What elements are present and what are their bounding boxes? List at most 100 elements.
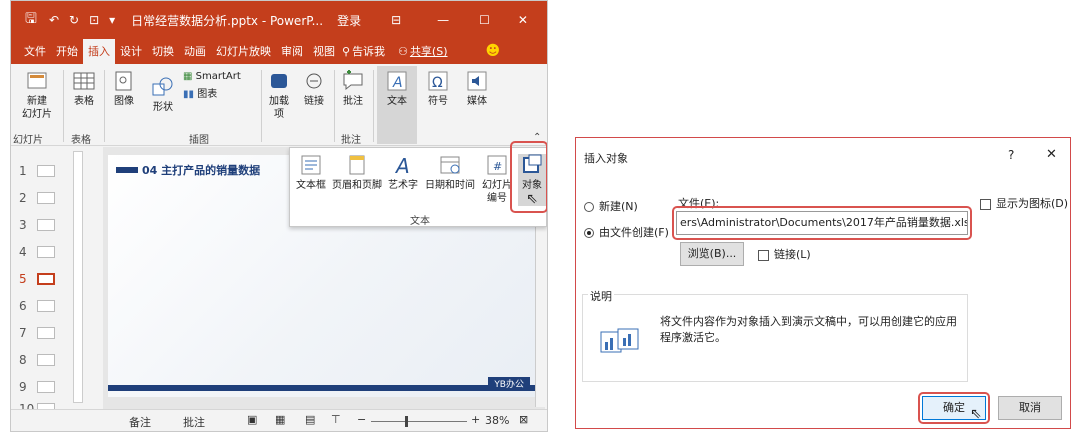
zoom-slider-thumb[interactable]: [405, 416, 408, 427]
redo-icon[interactable]: ↻: [69, 13, 79, 27]
show-as-icon-checkbox[interactable]: 显示为图标(D): [980, 195, 1068, 211]
comment-button[interactable]: 批注: [338, 70, 368, 108]
svg-text:#: #: [493, 160, 502, 173]
title-bar: 🖫 ↶ ↻ ⊡ ▾ 日常经营数据分析.pptx - PowerP... 登录 ⊟…: [11, 1, 547, 39]
object-highlight-frame: [510, 141, 547, 213]
zoom-level[interactable]: 38%: [485, 414, 509, 427]
customize-qat-icon[interactable]: ▾: [109, 13, 115, 27]
powerpoint-window: 🖫 ↶ ↻ ⊡ ▾ 日常经营数据分析.pptx - PowerP... 登录 ⊟…: [10, 0, 548, 432]
slide-heading: 04 主打产品的销量数据: [142, 164, 261, 177]
window-title: 日常经营数据分析.pptx - PowerP...: [131, 13, 324, 28]
comment-icon: [343, 70, 363, 91]
close-icon[interactable]: ✕: [1046, 147, 1057, 162]
thumbnail-item[interactable]: 2: [19, 191, 55, 205]
smiley-icon[interactable]: ☻: [481, 39, 506, 64]
normal-view-icon[interactable]: ▣: [247, 413, 257, 426]
create-from-file-radio[interactable]: 由文件创建(F): [584, 224, 669, 240]
date-time-button[interactable]: 日期和时间: [422, 154, 478, 192]
text-button[interactable]: A 文本: [377, 70, 417, 108]
cancel-button[interactable]: 取消: [998, 396, 1062, 420]
notes-toggle[interactable]: 备注: [129, 414, 151, 430]
tab-insert[interactable]: 插入: [83, 39, 115, 64]
help-button[interactable]: ?: [1008, 148, 1014, 162]
chart-button[interactable]: ▮▮ 图表: [183, 88, 243, 101]
share-button[interactable]: 共享(S): [410, 39, 453, 64]
svg-text:Ω: Ω: [432, 75, 443, 91]
thumbnail-item[interactable]: 6: [19, 299, 55, 313]
smartart-icon: ▦: [183, 71, 193, 82]
link-icon: [306, 73, 322, 89]
start-from-beginning-icon[interactable]: ⊡: [89, 13, 99, 27]
create-from-file-label: 由文件创建(F): [599, 226, 669, 239]
thumbnail-item[interactable]: 9: [19, 380, 55, 394]
links-button[interactable]: 链接: [299, 70, 329, 108]
slide-scrollbar[interactable]: [535, 207, 545, 407]
file-path-highlight-frame: [672, 206, 972, 240]
create-new-radio[interactable]: 新建(N): [584, 198, 638, 214]
fit-slide-icon[interactable]: ⊠: [519, 413, 528, 426]
thumbnail-item[interactable]: 3: [19, 218, 55, 232]
embedded-object-icon: [600, 328, 639, 353]
slide-footer-brand: YB办公: [488, 377, 530, 390]
wordart-button[interactable]: A 艺术字: [386, 154, 420, 192]
save-icon[interactable]: 🖫: [25, 8, 37, 32]
textbox-button[interactable]: 文本框: [294, 154, 328, 192]
zoom-out-icon[interactable]: −: [357, 413, 366, 426]
tab-review[interactable]: 审阅: [276, 39, 308, 64]
link-label: 链接(L): [774, 248, 811, 261]
ribbon-tabs: 文件 开始 插入 设计 切换 动画 幻灯片放映 审阅 视图 ⚲ 告诉我 ⚇ 共享…: [11, 39, 547, 64]
new-slide-icon: [27, 72, 47, 89]
symbols-button[interactable]: Ω 符号: [421, 70, 455, 108]
maximize-icon[interactable]: ☐: [479, 13, 490, 27]
table-button[interactable]: 表格: [67, 70, 101, 108]
new-slide-button[interactable]: 新建 幻灯片: [17, 70, 57, 121]
zoom-in-icon[interactable]: +: [471, 413, 480, 426]
group-label-text: 文本: [410, 216, 430, 227]
description-text: 将文件内容作为对象插入到演示文稿中，可以用创建它的应用程序激活它。: [660, 315, 957, 344]
slide-number-button[interactable]: # 幻灯片 编号: [480, 154, 514, 205]
thumbnail-scrollbar[interactable]: [73, 151, 83, 403]
images-button[interactable]: 图像: [108, 70, 140, 108]
tab-view[interactable]: 视图: [308, 39, 340, 64]
link-checkbox[interactable]: 链接(L): [758, 246, 811, 262]
comments-toggle[interactable]: 批注: [183, 414, 205, 430]
thumbnail-item[interactable]: 4: [19, 245, 55, 259]
tab-file[interactable]: 文件: [19, 39, 51, 64]
shapes-button[interactable]: 形状: [145, 76, 181, 114]
create-new-label: 新建(N): [599, 200, 638, 213]
media-button[interactable]: 媒体: [459, 70, 495, 108]
hash-icon: #: [487, 155, 507, 175]
close-icon[interactable]: ✕: [518, 13, 528, 27]
tab-transitions[interactable]: 切换: [147, 39, 179, 64]
tab-slideshow[interactable]: 幻灯片放映: [211, 39, 276, 64]
thumbnail-item[interactable]: 1: [19, 164, 55, 178]
tell-me-search[interactable]: 告诉我: [352, 39, 390, 64]
header-footer-button[interactable]: 页眉和页脚: [330, 154, 384, 192]
thumbnail-item-selected[interactable]: 5: [19, 272, 55, 286]
radio-icon: [584, 202, 594, 212]
checkbox-icon: [980, 198, 991, 210]
tab-home[interactable]: 开始: [51, 39, 83, 64]
user-icon: ⚇: [398, 45, 408, 58]
thumbnail-item[interactable]: 8: [19, 353, 55, 367]
thumbnail-item[interactable]: 7: [19, 326, 55, 340]
radio-selected-icon: [584, 228, 594, 238]
tab-animations[interactable]: 动画: [179, 39, 211, 64]
slideshow-icon[interactable]: ⊤: [331, 413, 341, 426]
addins-button[interactable]: 加载 项: [264, 70, 294, 121]
addins-icon: [271, 74, 287, 88]
login-link[interactable]: 登录: [337, 12, 361, 29]
search-icon[interactable]: ⚲: [340, 39, 352, 64]
header-footer-icon: [349, 155, 365, 175]
minimize-icon[interactable]: —: [437, 13, 449, 27]
smartart-button[interactable]: ▦ SmartArt: [183, 70, 257, 83]
tab-design[interactable]: 设计: [115, 39, 147, 64]
browse-button[interactable]: 浏览(B)...: [680, 242, 744, 266]
group-label-slides: 幻灯片: [13, 135, 43, 146]
undo-icon[interactable]: ↶: [49, 13, 59, 27]
ribbon-display-icon[interactable]: ⊟: [391, 13, 401, 27]
reading-view-icon[interactable]: ▤: [305, 413, 315, 426]
slide-sorter-icon[interactable]: ▦: [275, 413, 285, 426]
zoom-slider[interactable]: [371, 421, 467, 422]
ribbon-insert: 新建 幻灯片 表格 图像 形状 ▦ SmartArt ▮▮ 图表 加载 项 链接…: [11, 64, 547, 146]
